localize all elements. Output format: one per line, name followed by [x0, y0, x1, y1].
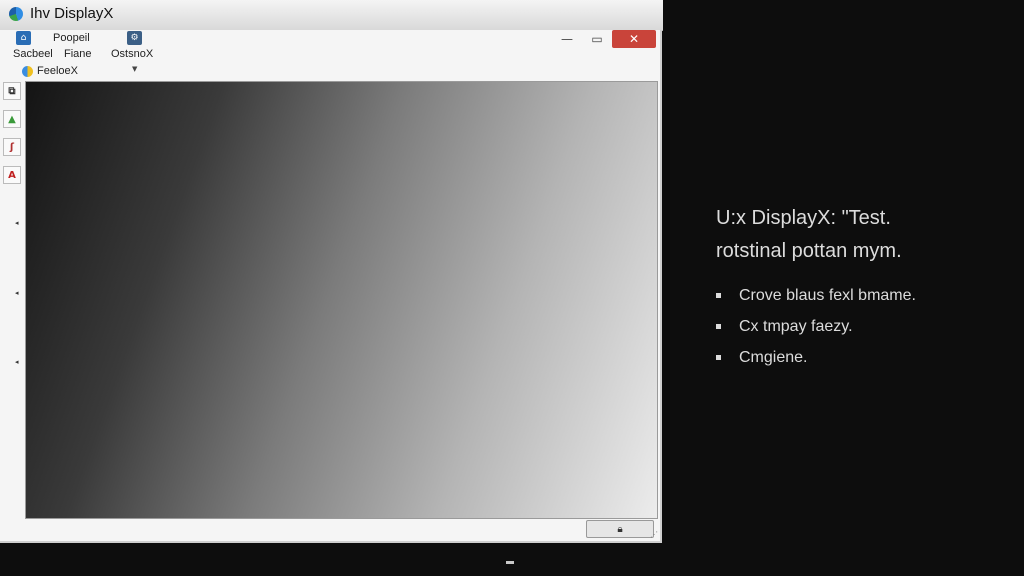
window-controls: — ▭ ✕ — [552, 30, 656, 48]
brush-tool-icon[interactable]: ʃ — [3, 138, 21, 156]
bullet-text: Cx tmpay faezy. — [739, 318, 853, 335]
side-arrow-icon[interactable]: ◂ — [15, 219, 19, 227]
sub-menu-item[interactable]: FeeloeX — [22, 65, 78, 77]
window-title: Ihv DisplayX — [30, 5, 114, 22]
title-bar[interactable]: Ihv DisplayX — [0, 0, 663, 31]
lock-button[interactable]: 🔒︎ — [586, 520, 654, 538]
list-item: Cmgiene. — [716, 342, 916, 373]
menu-item-ostsnox[interactable]: OstsnoX — [111, 48, 153, 60]
display-canvas[interactable] — [25, 81, 658, 519]
side-arrow-icon[interactable]: ◂ — [15, 358, 19, 366]
menu-item-fiane[interactable]: Fiane — [64, 48, 92, 60]
maximize-button[interactable]: ▭ — [582, 30, 612, 48]
info-panel: U:x DisplayX: "Test. rotstinal pottan my… — [716, 202, 916, 373]
menu-item-sacbeel[interactable]: Sacbeel — [13, 48, 53, 60]
list-item: Crove blaus fexl bmame. — [716, 280, 916, 311]
info-subtitle: rotstinal pottan mym. — [716, 240, 902, 262]
fill-tool-icon[interactable]: ▲ — [3, 110, 21, 128]
side-arrow-icon[interactable]: ◂ — [15, 289, 19, 297]
list-item: Cx tmpay faezy. — [716, 311, 916, 342]
sub-menu-label: FeeloeX — [37, 65, 78, 77]
menu-item-poopeil[interactable]: Poopeil — [53, 32, 90, 44]
text-tool-icon[interactable]: A — [3, 166, 21, 184]
close-button[interactable]: ✕ — [612, 30, 656, 48]
globe-icon — [22, 65, 33, 77]
app-window: — ▭ ✕ ⌂ Sacbeel Poopeil Fiane ⚙ OstsnoX … — [0, 30, 662, 543]
bullet-icon — [716, 355, 721, 360]
menu-bar: ⌂ Sacbeel Poopeil Fiane ⚙ OstsnoX ▼ Feel… — [0, 30, 560, 77]
app-logo-icon — [9, 7, 23, 21]
left-toolbar: ⧉ ▲ ʃ A — [3, 82, 23, 194]
bullet-icon — [716, 293, 721, 298]
info-bullet-list: Crove blaus fexl bmame. Cx tmpay faezy. … — [716, 280, 916, 373]
home-icon[interactable]: ⌂ — [16, 31, 31, 45]
settings-icon[interactable]: ⚙ — [127, 31, 142, 45]
bullet-text: Cmgiene. — [739, 349, 808, 366]
info-title: U:x DisplayX: "Test. — [716, 207, 891, 229]
bullet-icon — [716, 324, 721, 329]
window-tool-icon[interactable]: ⧉ — [3, 82, 21, 100]
taskbar-indicator[interactable] — [506, 561, 514, 564]
chevron-down-icon[interactable]: ▼ — [132, 65, 137, 73]
lock-icon: 🔒︎ — [617, 523, 623, 535]
resize-grip-icon[interactable]: ⋰ — [650, 530, 658, 539]
bullet-text: Crove blaus fexl bmame. — [739, 287, 916, 304]
